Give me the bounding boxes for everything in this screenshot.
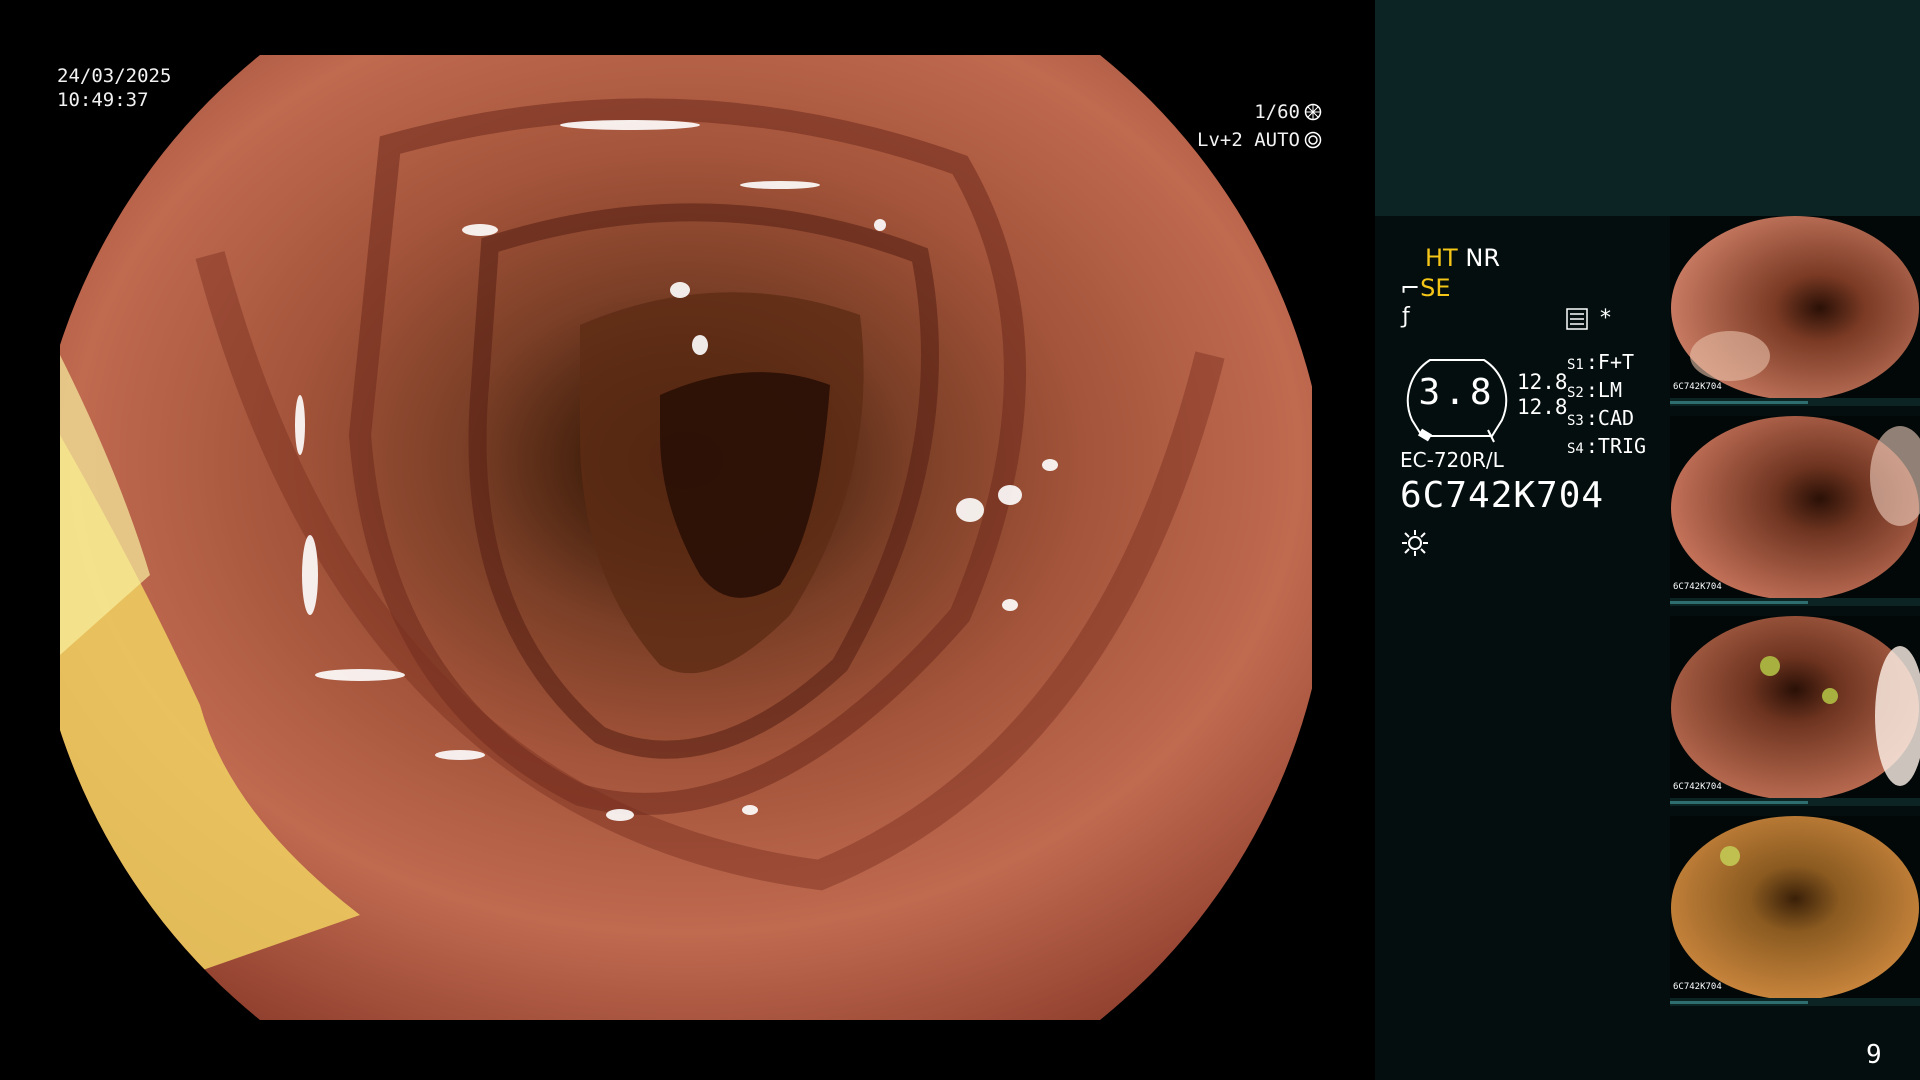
endoscope-view [60, 55, 1312, 1020]
slot-4: S4:TRIG [1567, 434, 1647, 458]
mode-line-1: HT NR [1425, 244, 1500, 272]
date-text: 24/03/2025 [57, 65, 172, 87]
thumbnail-label: 6C742K704 [1673, 582, 1722, 592]
thumbnail-bar [1670, 998, 1920, 1006]
settings-grid-icon [1566, 308, 1588, 330]
mode-ht: HT [1425, 244, 1458, 272]
exposure-overlay: 1/60 Lv+2 AUTO [1197, 98, 1322, 154]
time-text: 10:49:37 [57, 89, 149, 111]
page-number: 9 [1866, 1040, 1882, 1070]
thumbnail-label: 6C742K704 [1673, 782, 1722, 792]
mode-line-2: ⌐SE [1400, 274, 1451, 302]
switch-slots: S1:F+T S2:LM S3:CAD S4:TRIG [1567, 350, 1646, 462]
thumbnail-image [1671, 416, 1920, 600]
asterisk-mark: * [1600, 306, 1611, 331]
panel-header-area [1375, 0, 1920, 216]
thumbnail-image [1671, 616, 1920, 800]
level-text: Lv+2 AUTO [1197, 129, 1300, 151]
slot-3: S3:CAD [1567, 406, 1635, 430]
auto-iris-icon [1304, 131, 1322, 149]
thumbnail-bar [1670, 598, 1920, 606]
waveform-icon: ƒ [1402, 304, 1410, 329]
scope-serial: 6C742K704 [1400, 475, 1605, 516]
slot-2: S2:LM [1567, 378, 1622, 402]
light-source-icon [1402, 530, 1428, 556]
aperture-icon [1304, 103, 1322, 121]
thumbnail-image [1671, 216, 1919, 400]
thumbnail-label: 6C742K704 [1673, 982, 1722, 992]
value-2: 12.8 [1517, 395, 1568, 419]
thumbnail-bar [1670, 798, 1920, 806]
colon-lumen-image [60, 55, 1312, 1020]
gauge-values: 12.8 12.8 [1517, 370, 1568, 420]
thumbnail-label: 6C742K704 [1673, 382, 1722, 392]
thumbnail-3[interactable]: 6C742K704 [1670, 616, 1920, 806]
slot-1: S1:F+T [1567, 350, 1635, 374]
scope-model: EC-720R/L [1400, 448, 1504, 472]
thumbnail-4[interactable]: 6C742K704 [1670, 816, 1920, 1006]
thumbnail-1[interactable]: 6C742K704 [1670, 216, 1920, 406]
shutter-text: 1/60 [1254, 101, 1300, 123]
thumbnail-bar [1670, 398, 1920, 406]
gauge-value: 3.8 [1418, 372, 1496, 413]
mode-se: SE [1420, 274, 1451, 302]
pliers-icon: ⌐ [1400, 274, 1421, 302]
thumbnail-2[interactable]: 6C742K704 [1670, 416, 1920, 606]
mode-nr: NR [1465, 244, 1500, 272]
datetime-overlay: 24/03/2025 10:49:37 [57, 64, 171, 112]
thumbnail-image [1671, 816, 1919, 1000]
value-1: 12.8 [1517, 370, 1568, 394]
